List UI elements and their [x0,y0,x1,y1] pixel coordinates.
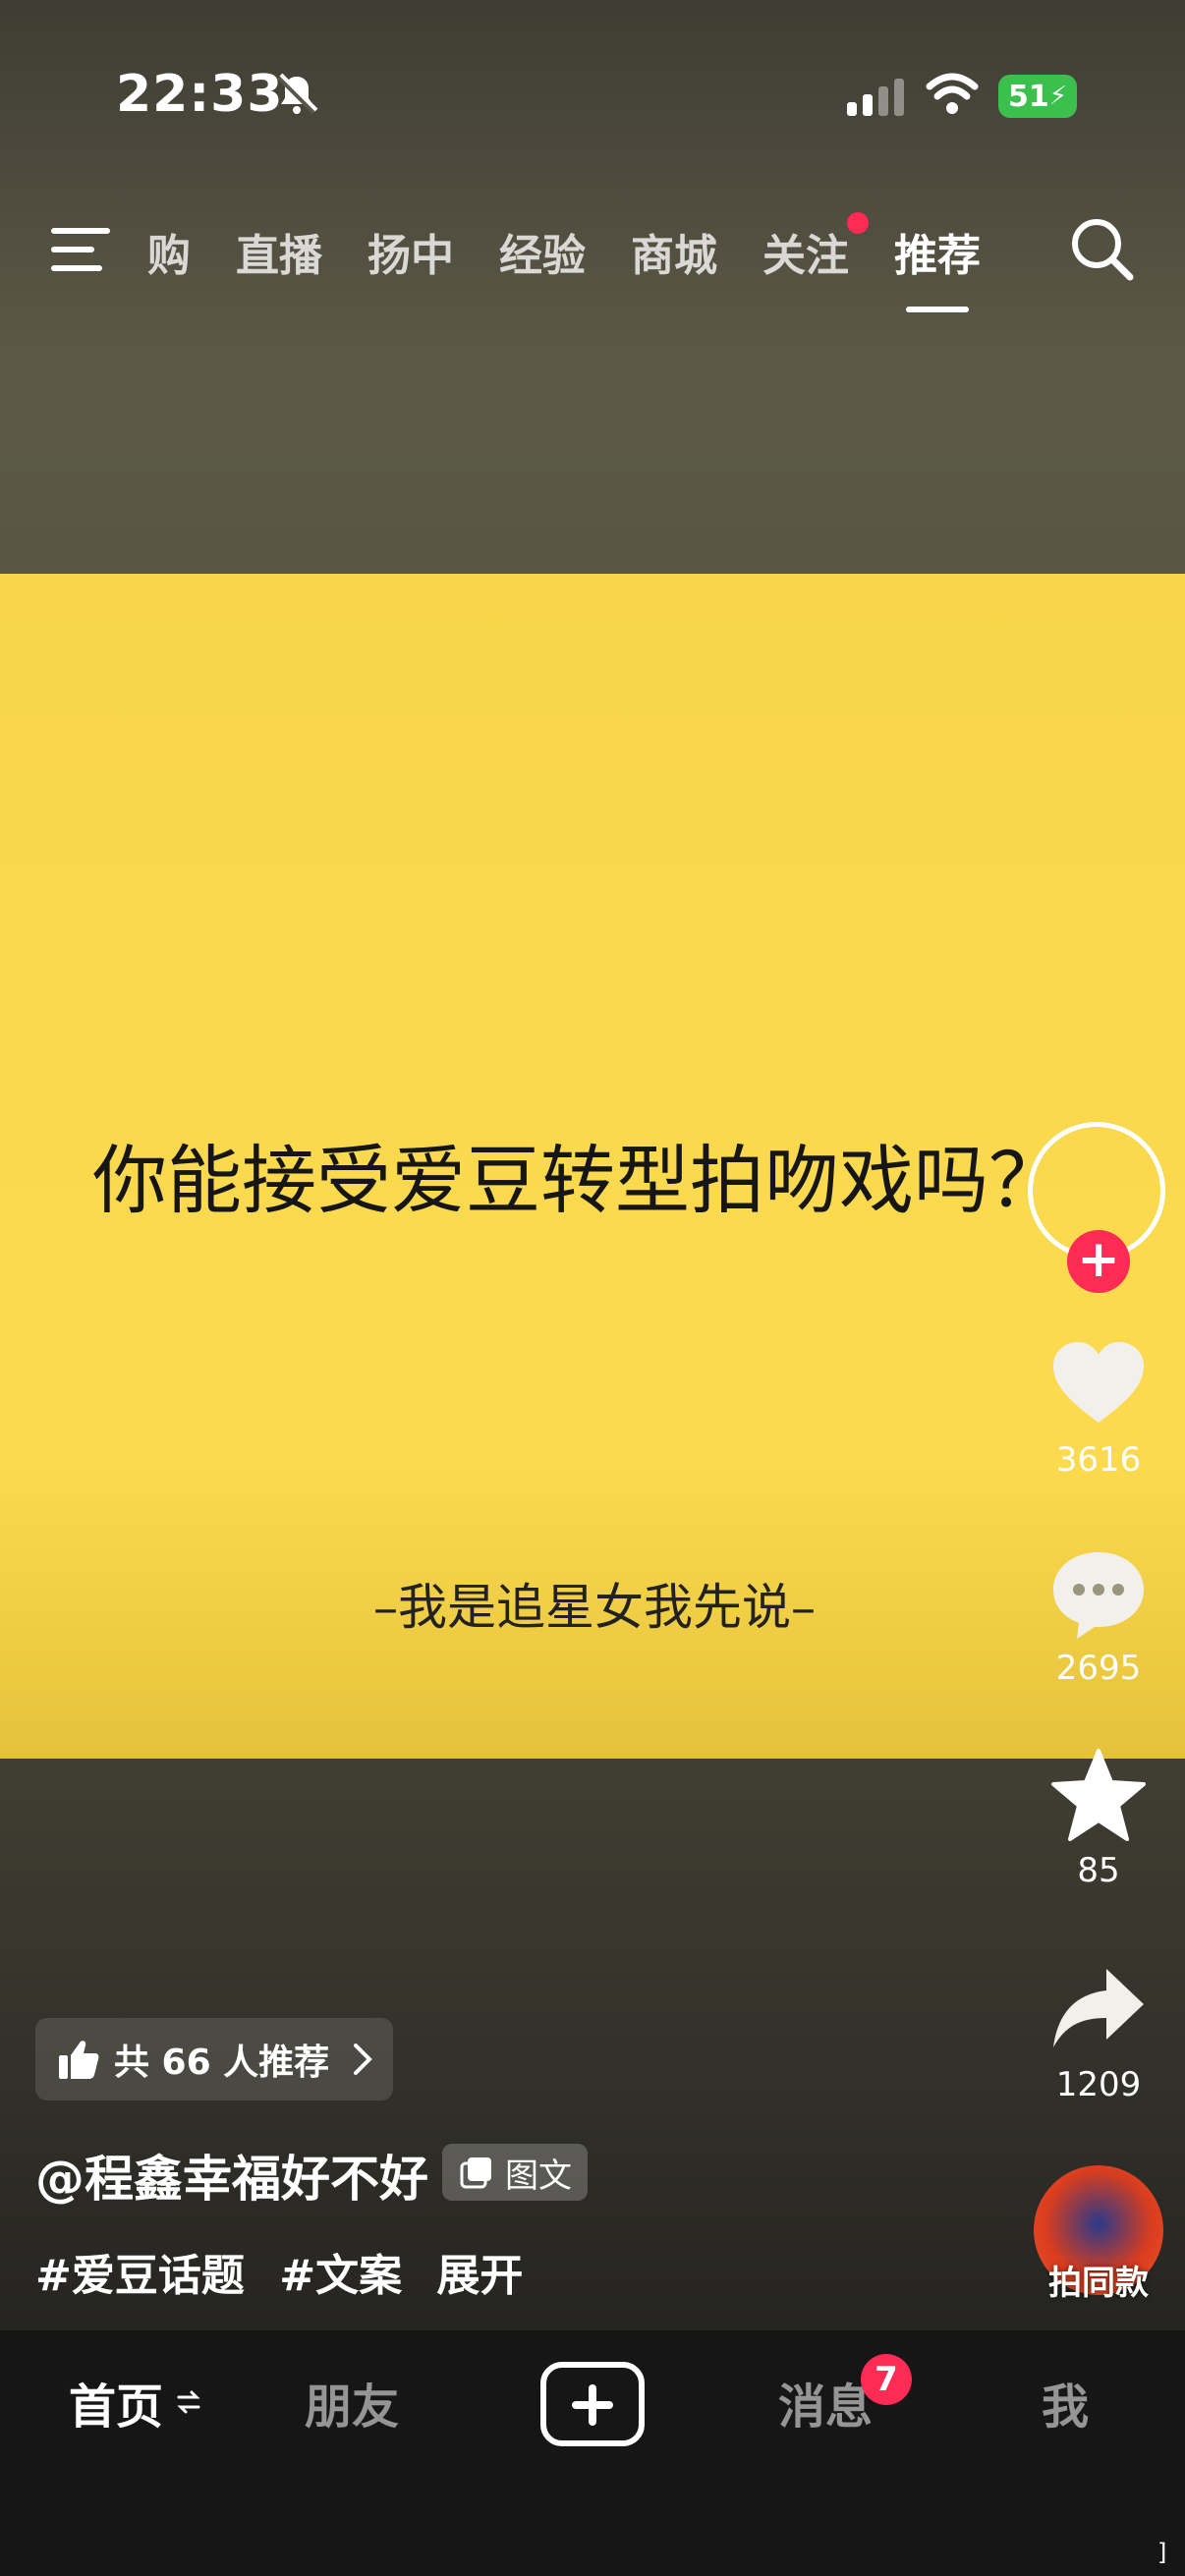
menu-icon[interactable] [49,224,112,275]
share-button[interactable]: 1209 [1030,1961,1167,2104]
bell-muted-icon [276,73,318,115]
author-name[interactable]: @程鑫幸福好不好 [35,2140,428,2211]
nav-home[interactable]: 首页 [69,2368,163,2436]
tab-mall[interactable]: 商城 [631,220,717,283]
charging-bolt-icon: ⚡ [1048,82,1068,111]
recommend-pill[interactable]: 共 66 人推荐 [35,2018,393,2100]
messages-badge: 7 [861,2354,912,2405]
tab-recommended[interactable]: 推荐 [894,220,981,312]
thumbs-up-icon [59,2041,99,2079]
recommend-count: 共 66 人推荐 [114,2043,330,2083]
share-arrow-icon [1053,1969,1144,2047]
hashtags: #爱豆话题 #文案 展开 [35,2240,542,2303]
tab-local[interactable]: 扬中 [367,220,454,283]
swap-arrows-icon[interactable] [177,2387,200,2417]
like-count: 3616 [1055,1440,1142,1480]
post-type-label: 图文 [505,2156,572,2196]
use-template-label[interactable]: 拍同款 [1030,2256,1167,2304]
feed-tabs: 购 直播 扬中 经验 商城 关注 推荐 [147,212,1026,312]
favorite-count: 85 [1077,1851,1120,1890]
hashtag[interactable]: #文案 [279,2251,402,2301]
nav-me[interactable]: 我 [1042,2368,1089,2436]
battery-indicator: 51 ⚡ [998,75,1077,118]
comment-button[interactable]: 2695 [1030,1544,1167,1688]
star-icon [1051,1749,1146,1841]
tab-following-label: 关注 [762,231,849,281]
comment-count: 2695 [1055,1649,1142,1688]
tab-following[interactable]: 关注 [762,212,869,283]
like-button[interactable]: 3616 [1030,1336,1167,1480]
heart-icon [1053,1342,1144,1423]
status-bar: 22:33 51 ⚡ [0,0,1185,187]
follow-button[interactable]: + [1067,1230,1130,1293]
cellular-signal-icon [847,79,904,116]
tab-experience[interactable]: 经验 [499,220,586,283]
wifi-icon [926,73,979,114]
tab-shop[interactable]: 购 [147,220,191,283]
post-type-badge: 图文 [442,2144,588,2201]
nav-friends[interactable]: 朋友 [305,2368,399,2436]
share-count: 1209 [1055,2065,1142,2104]
expand-caption[interactable]: 展开 [436,2251,523,2301]
create-post-button[interactable] [540,2362,645,2446]
comment-bubble-icon [1053,1552,1144,1639]
image-text-icon [460,2157,491,2189]
search-icon[interactable] [1069,216,1134,281]
post-subtitle: –我是追星女我先说– [373,1579,816,1636]
nav-messages[interactable]: 消息 [778,2368,873,2436]
corner-mark: ] [1157,2539,1167,2566]
battery-level: 51 [1008,79,1049,114]
post-title: 你能接受爱豆转型拍吻戏吗？ [92,1137,1063,1224]
tab-live[interactable]: 直播 [236,220,322,283]
hashtag[interactable]: #爱豆话题 [35,2251,245,2301]
chevron-right-icon [354,2044,373,2075]
notification-dot [847,212,869,234]
status-time: 22:33 [116,65,284,124]
favorite-button[interactable]: 85 [1030,1747,1167,1890]
